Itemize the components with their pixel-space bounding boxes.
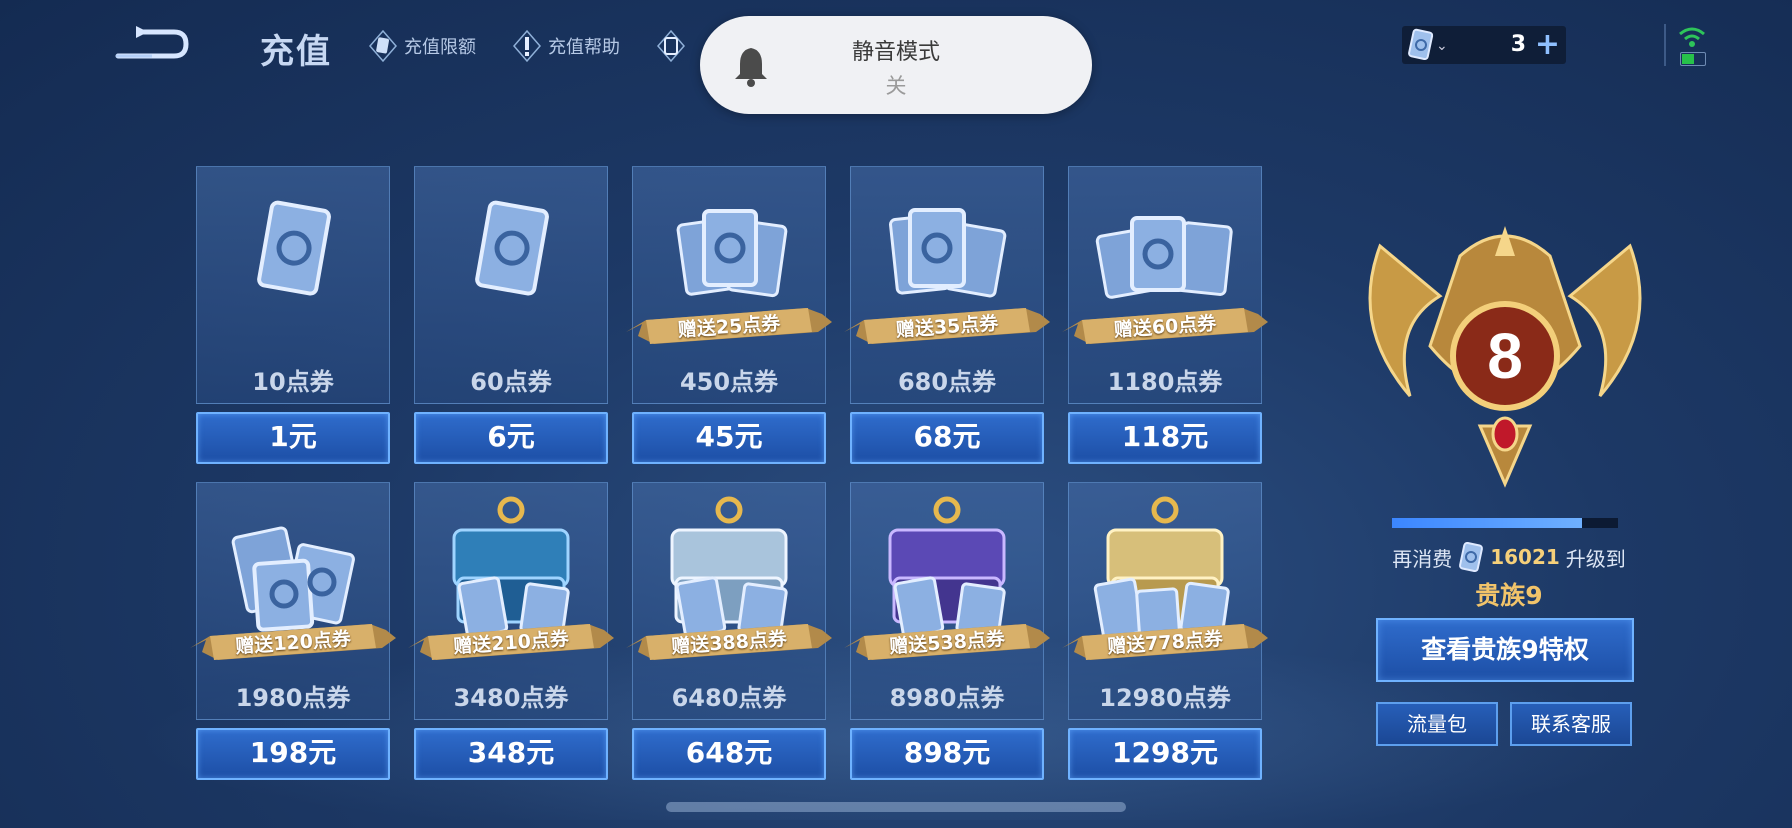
- pack-points: 3480点券: [453, 684, 569, 712]
- pack-points: 8980点券: [889, 684, 1005, 712]
- wifi-icon: [1679, 27, 1705, 47]
- voucher-card-icon: [657, 29, 685, 63]
- recharge-limit-label: 充值限额: [404, 37, 476, 58]
- price-button[interactable]: 1298元: [1068, 728, 1262, 780]
- silent-mode-toast: 静音模式 关: [700, 16, 1092, 114]
- pack-points: 1180点券: [1107, 368, 1223, 396]
- toast-status: 关: [885, 74, 907, 98]
- price-button[interactable]: 45元: [632, 412, 826, 464]
- contact-support-button[interactable]: 联系客服: [1510, 702, 1632, 746]
- recharge-help-label: 充值帮助: [548, 37, 620, 58]
- add-currency-button[interactable]: +: [1535, 28, 1560, 62]
- pack-points: 12980点券: [1099, 684, 1231, 712]
- pack-points: 6480点券: [671, 684, 787, 712]
- voucher-card-icon: [369, 29, 397, 63]
- next-noble-level: 贵族9: [1475, 581, 1543, 610]
- pack-points: 1980点券: [235, 684, 351, 712]
- upgrade-suffix: 升级到: [1565, 546, 1626, 571]
- back-arrow-icon[interactable]: [112, 22, 192, 66]
- price-button[interactable]: 198元: [196, 728, 390, 780]
- price-button[interactable]: 6元: [414, 412, 608, 464]
- price-button[interactable]: 1元: [196, 412, 390, 464]
- upgrade-prefix: 再消费: [1392, 546, 1453, 571]
- status-divider: [1664, 24, 1666, 66]
- price-button[interactable]: 348元: [414, 728, 608, 780]
- currency-count: 3: [1510, 32, 1526, 57]
- noble-badge-icon: 8: [1368, 226, 1642, 488]
- home-indicator[interactable]: [666, 802, 1126, 812]
- chevron-down-icon[interactable]: ⌄: [1436, 38, 1448, 54]
- price-button[interactable]: 648元: [632, 728, 826, 780]
- battery-icon: [1680, 52, 1706, 66]
- noble-progress-bar: [1392, 518, 1618, 528]
- recharge-help-link[interactable]: 充值帮助: [512, 29, 620, 63]
- voucher-card-icon: [475, 200, 549, 296]
- pack-points: 10点券: [252, 368, 334, 396]
- upgrade-amount: 16021: [1490, 545, 1560, 569]
- toast-title: 静音模式: [851, 40, 940, 65]
- pack-points: 60点券: [470, 368, 552, 396]
- voucher-coin-icon: [1459, 541, 1484, 573]
- page-title: 充值: [260, 32, 332, 72]
- noble-level: 8: [1487, 320, 1523, 392]
- upgrade-requirement: 再消费 16021 升级到: [1384, 540, 1634, 574]
- voucher-coin-icon: [1408, 28, 1434, 61]
- currency-display: ⌄ 3 +: [1402, 26, 1566, 64]
- recharge-limit-link[interactable]: 充值限额: [368, 29, 476, 63]
- pack-points: 450点券: [679, 368, 779, 396]
- noble-progress-fill: [1392, 518, 1582, 528]
- view-privileges-button[interactable]: 查看贵族9特权: [1376, 618, 1634, 682]
- price-button[interactable]: 898元: [850, 728, 1044, 780]
- voucher-link[interactable]: [656, 29, 686, 63]
- voucher-card-icon: [257, 200, 331, 296]
- exclamation-icon: [513, 29, 541, 63]
- pack-points: 680点券: [897, 368, 997, 396]
- price-button[interactable]: 68元: [850, 412, 1044, 464]
- price-button[interactable]: 118元: [1068, 412, 1262, 464]
- traffic-package-button[interactable]: 流量包: [1376, 702, 1498, 746]
